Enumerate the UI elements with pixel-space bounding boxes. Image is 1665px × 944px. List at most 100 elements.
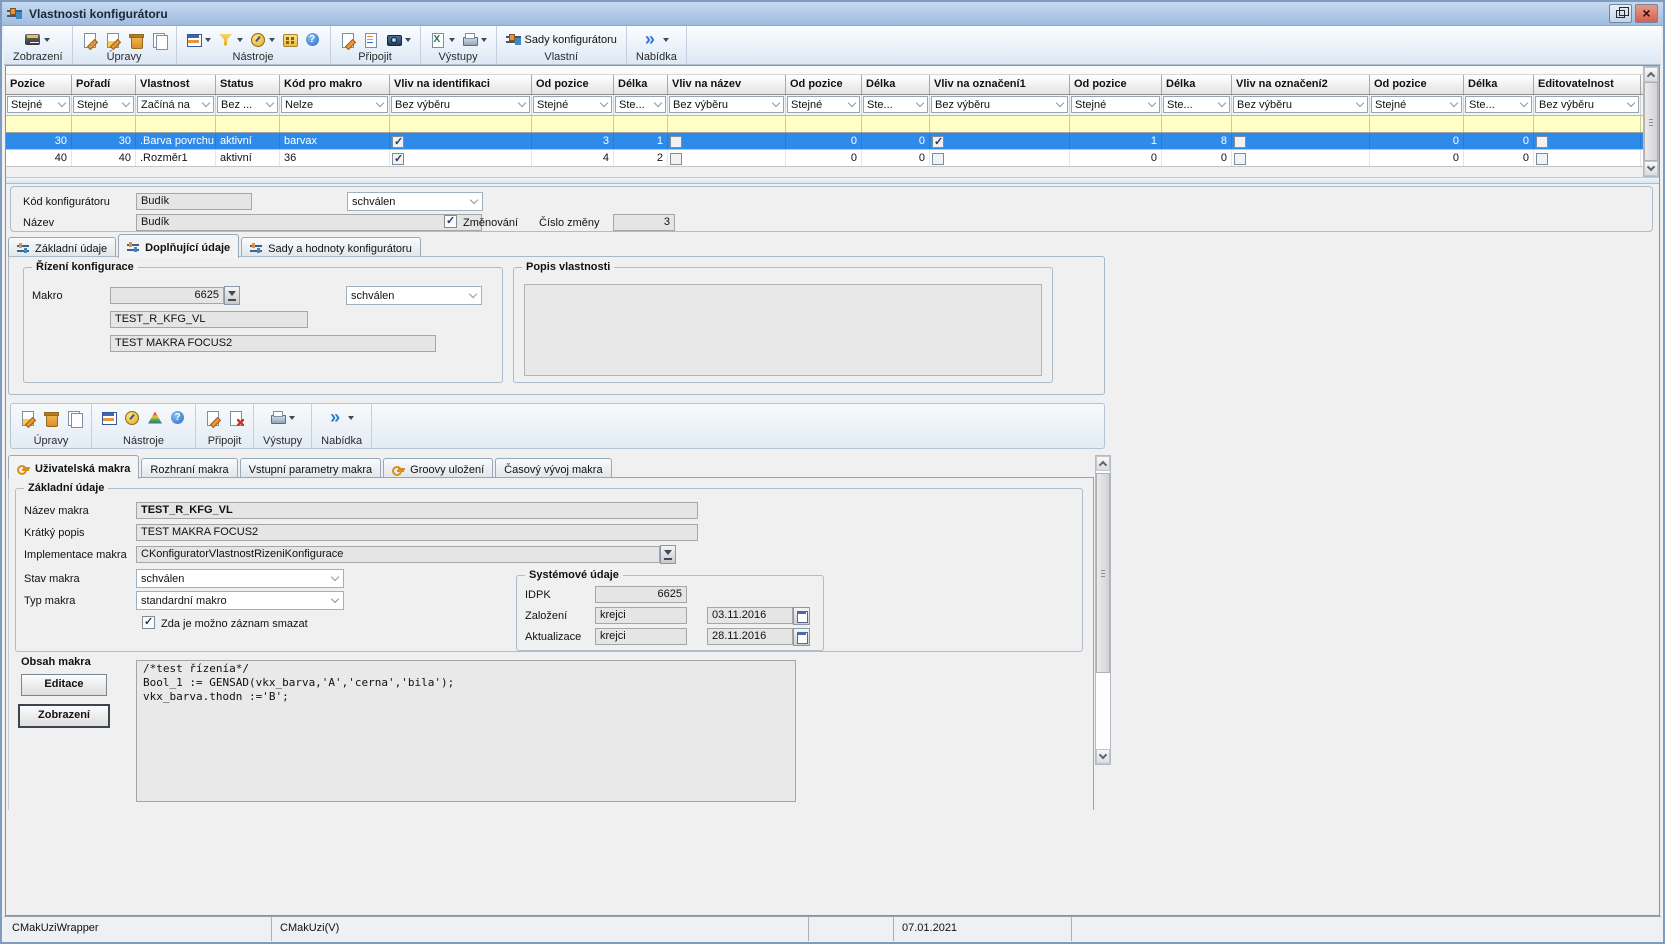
copy-page-button[interactable] — [151, 32, 167, 48]
cell-status[interactable]: aktivní — [216, 150, 280, 166]
table-tool-button[interactable] — [101, 410, 117, 426]
filter-combo-poradi[interactable]: Stejné — [73, 96, 134, 113]
unchecked-checkbox[interactable] — [670, 136, 682, 148]
cell-vlastnost[interactable]: .Barva povrchu — [136, 133, 216, 149]
cell-pozice[interactable]: 30 — [6, 133, 72, 149]
table-tool-button[interactable] — [186, 32, 211, 48]
sliders-button[interactable]: Sady konfigurátoru — [506, 32, 617, 48]
filter-input-cell[interactable] — [390, 116, 532, 132]
cell-vlastnost[interactable]: .Rozměr1 — [136, 150, 216, 166]
filter-input-cell[interactable] — [668, 116, 786, 132]
tab-uzivatelska-makra[interactable]: Uživatelská makra — [8, 455, 139, 479]
trash-button[interactable] — [128, 32, 144, 48]
horizontal-splitter[interactable] — [6, 177, 1659, 184]
filter-combo-status[interactable]: Bez ... — [217, 96, 278, 113]
cell-delka[interactable]: 0 — [1464, 150, 1534, 166]
cell-kod-pro-makro[interactable]: barvax — [280, 133, 390, 149]
status-combo[interactable]: schválen — [347, 192, 483, 211]
cell-delka[interactable]: 0 — [862, 133, 930, 149]
help-button[interactable] — [305, 32, 321, 48]
cell-od-pozice[interactable]: 1 — [1070, 133, 1162, 149]
column-header-vliv-na-nazev[interactable]: Vliv na název — [668, 75, 786, 94]
filter-combo-vliv-na-oznaceni2[interactable]: Bez výběru — [1233, 96, 1368, 113]
note-edit-button[interactable] — [205, 410, 221, 426]
filter-combo-vlastnost[interactable]: Začíná na — [137, 96, 214, 113]
chevrons-button[interactable] — [329, 410, 354, 426]
column-header-vliv-na-oznaceni2[interactable]: Vliv na označení2 — [1232, 75, 1370, 94]
filter-combo-vliv-na-nazev[interactable]: Bez výběru — [669, 96, 784, 113]
cell-delka[interactable]: 0 — [862, 150, 930, 166]
scroll-up-button[interactable] — [1644, 67, 1658, 82]
filter-combo-od-pozice[interactable]: Stejné — [787, 96, 860, 113]
filter-input-cell[interactable] — [280, 116, 390, 132]
column-header-delka[interactable]: Délka — [1162, 75, 1232, 94]
table-row[interactable]: 3030.Barva povrchuaktivníbarvax31001800 — [6, 133, 1643, 150]
tab-doplnujici-udaje[interactable]: Doplňující údaje — [118, 234, 239, 258]
cell-vliv-na-oznaceni2[interactable] — [1232, 133, 1370, 149]
macro-code-editor[interactable]: /*test řízenía*/ Bool_1 := GENSAD(vkx_ba… — [136, 660, 796, 802]
cell-editovatelnost[interactable] — [1534, 133, 1641, 149]
filter-combo-vliv-na-oznaceni1[interactable]: Bez výběru — [931, 96, 1068, 113]
filter-input-cell[interactable] — [216, 116, 280, 132]
funnel-button[interactable] — [218, 32, 243, 48]
checked-checkbox[interactable] — [392, 153, 404, 165]
filter-combo-od-pozice[interactable]: Stejné — [1071, 96, 1160, 113]
filter-input-cell[interactable] — [1162, 116, 1232, 132]
printer-button[interactable] — [462, 32, 487, 48]
column-header-od-pozice[interactable]: Od pozice — [786, 75, 862, 94]
column-header-delka[interactable]: Délka — [862, 75, 930, 94]
filter-input-cell[interactable] — [1370, 116, 1464, 132]
column-header-pozice[interactable]: Pozice — [6, 75, 72, 94]
compass-button[interactable] — [250, 32, 275, 48]
filter-input-cell[interactable] — [1534, 116, 1641, 132]
popis-vlastnosti-textarea[interactable] — [524, 284, 1042, 376]
filter-combo-vliv-na-identifikaci[interactable]: Bez výběru — [391, 96, 530, 113]
cell-status[interactable]: aktivní — [216, 133, 280, 149]
camera-button[interactable] — [386, 32, 411, 48]
cell-poradi[interactable]: 40 — [72, 150, 136, 166]
cell-delka[interactable]: 8 — [1162, 133, 1232, 149]
filter-input-cell[interactable] — [1070, 116, 1162, 132]
implementace-lookup-button[interactable] — [660, 545, 676, 564]
cell-vliv-na-nazev[interactable] — [668, 133, 786, 149]
filter-input-cell[interactable] — [1232, 116, 1370, 132]
makro-status-combo[interactable]: schválen — [346, 286, 482, 305]
panel-vertical-scrollbar[interactable] — [1095, 455, 1111, 765]
filter-input-cell[interactable] — [136, 116, 216, 132]
filter-input-cell[interactable] — [6, 116, 72, 132]
column-header-vliv-na-oznaceni1[interactable]: Vliv na označení1 — [930, 75, 1070, 94]
cell-editovatelnost[interactable] — [1534, 150, 1641, 166]
column-header-kod-pro-makro[interactable]: Kód pro makro — [280, 75, 390, 94]
compass-button[interactable] — [124, 410, 140, 426]
restore-button[interactable] — [1609, 4, 1632, 23]
unchecked-checkbox[interactable] — [1536, 136, 1548, 148]
cell-vliv-na-identifikaci[interactable] — [390, 150, 532, 166]
unchecked-checkbox[interactable] — [932, 153, 944, 165]
cell-od-pozice[interactable]: 3 — [532, 133, 614, 149]
doc-del-button[interactable] — [228, 410, 244, 426]
filter-input-cell[interactable] — [614, 116, 668, 132]
filter-combo-delka[interactable]: Ste... — [615, 96, 666, 113]
close-button[interactable] — [1635, 4, 1658, 23]
filter-combo-delka[interactable]: Ste... — [1163, 96, 1230, 113]
stav-makra-combo[interactable]: schválen — [136, 569, 344, 588]
view-button[interactable] — [25, 32, 50, 48]
column-header-vliv-na-identifikaci[interactable]: Vliv na identifikaci — [390, 75, 532, 94]
column-header-delka[interactable]: Délka — [1464, 75, 1534, 94]
grid-vertical-scrollbar[interactable] — [1643, 66, 1659, 177]
scroll-thumb[interactable] — [1644, 82, 1658, 161]
filter-combo-delka[interactable]: Ste... — [1465, 96, 1532, 113]
tab-zakladni-udaje[interactable]: Základní údaje — [8, 237, 116, 257]
filter-combo-kod-pro-makro[interactable]: Nelze — [281, 96, 388, 113]
unchecked-checkbox[interactable] — [1234, 136, 1246, 148]
editace-button[interactable]: Editace — [21, 674, 107, 696]
cell-delka[interactable]: 2 — [614, 150, 668, 166]
unchecked-checkbox[interactable] — [1536, 153, 1548, 165]
zalozeni-calendar-button[interactable] — [793, 607, 810, 625]
cell-delka[interactable]: 0 — [1464, 133, 1534, 149]
typ-makra-combo[interactable]: standardní makro — [136, 591, 344, 610]
tab-vstupni-parametry-makra[interactable]: Vstupní parametry makra — [240, 458, 382, 478]
unchecked-checkbox[interactable] — [1234, 153, 1246, 165]
scroll-down-button[interactable] — [1644, 161, 1658, 176]
makro-lookup-button[interactable] — [224, 286, 240, 305]
